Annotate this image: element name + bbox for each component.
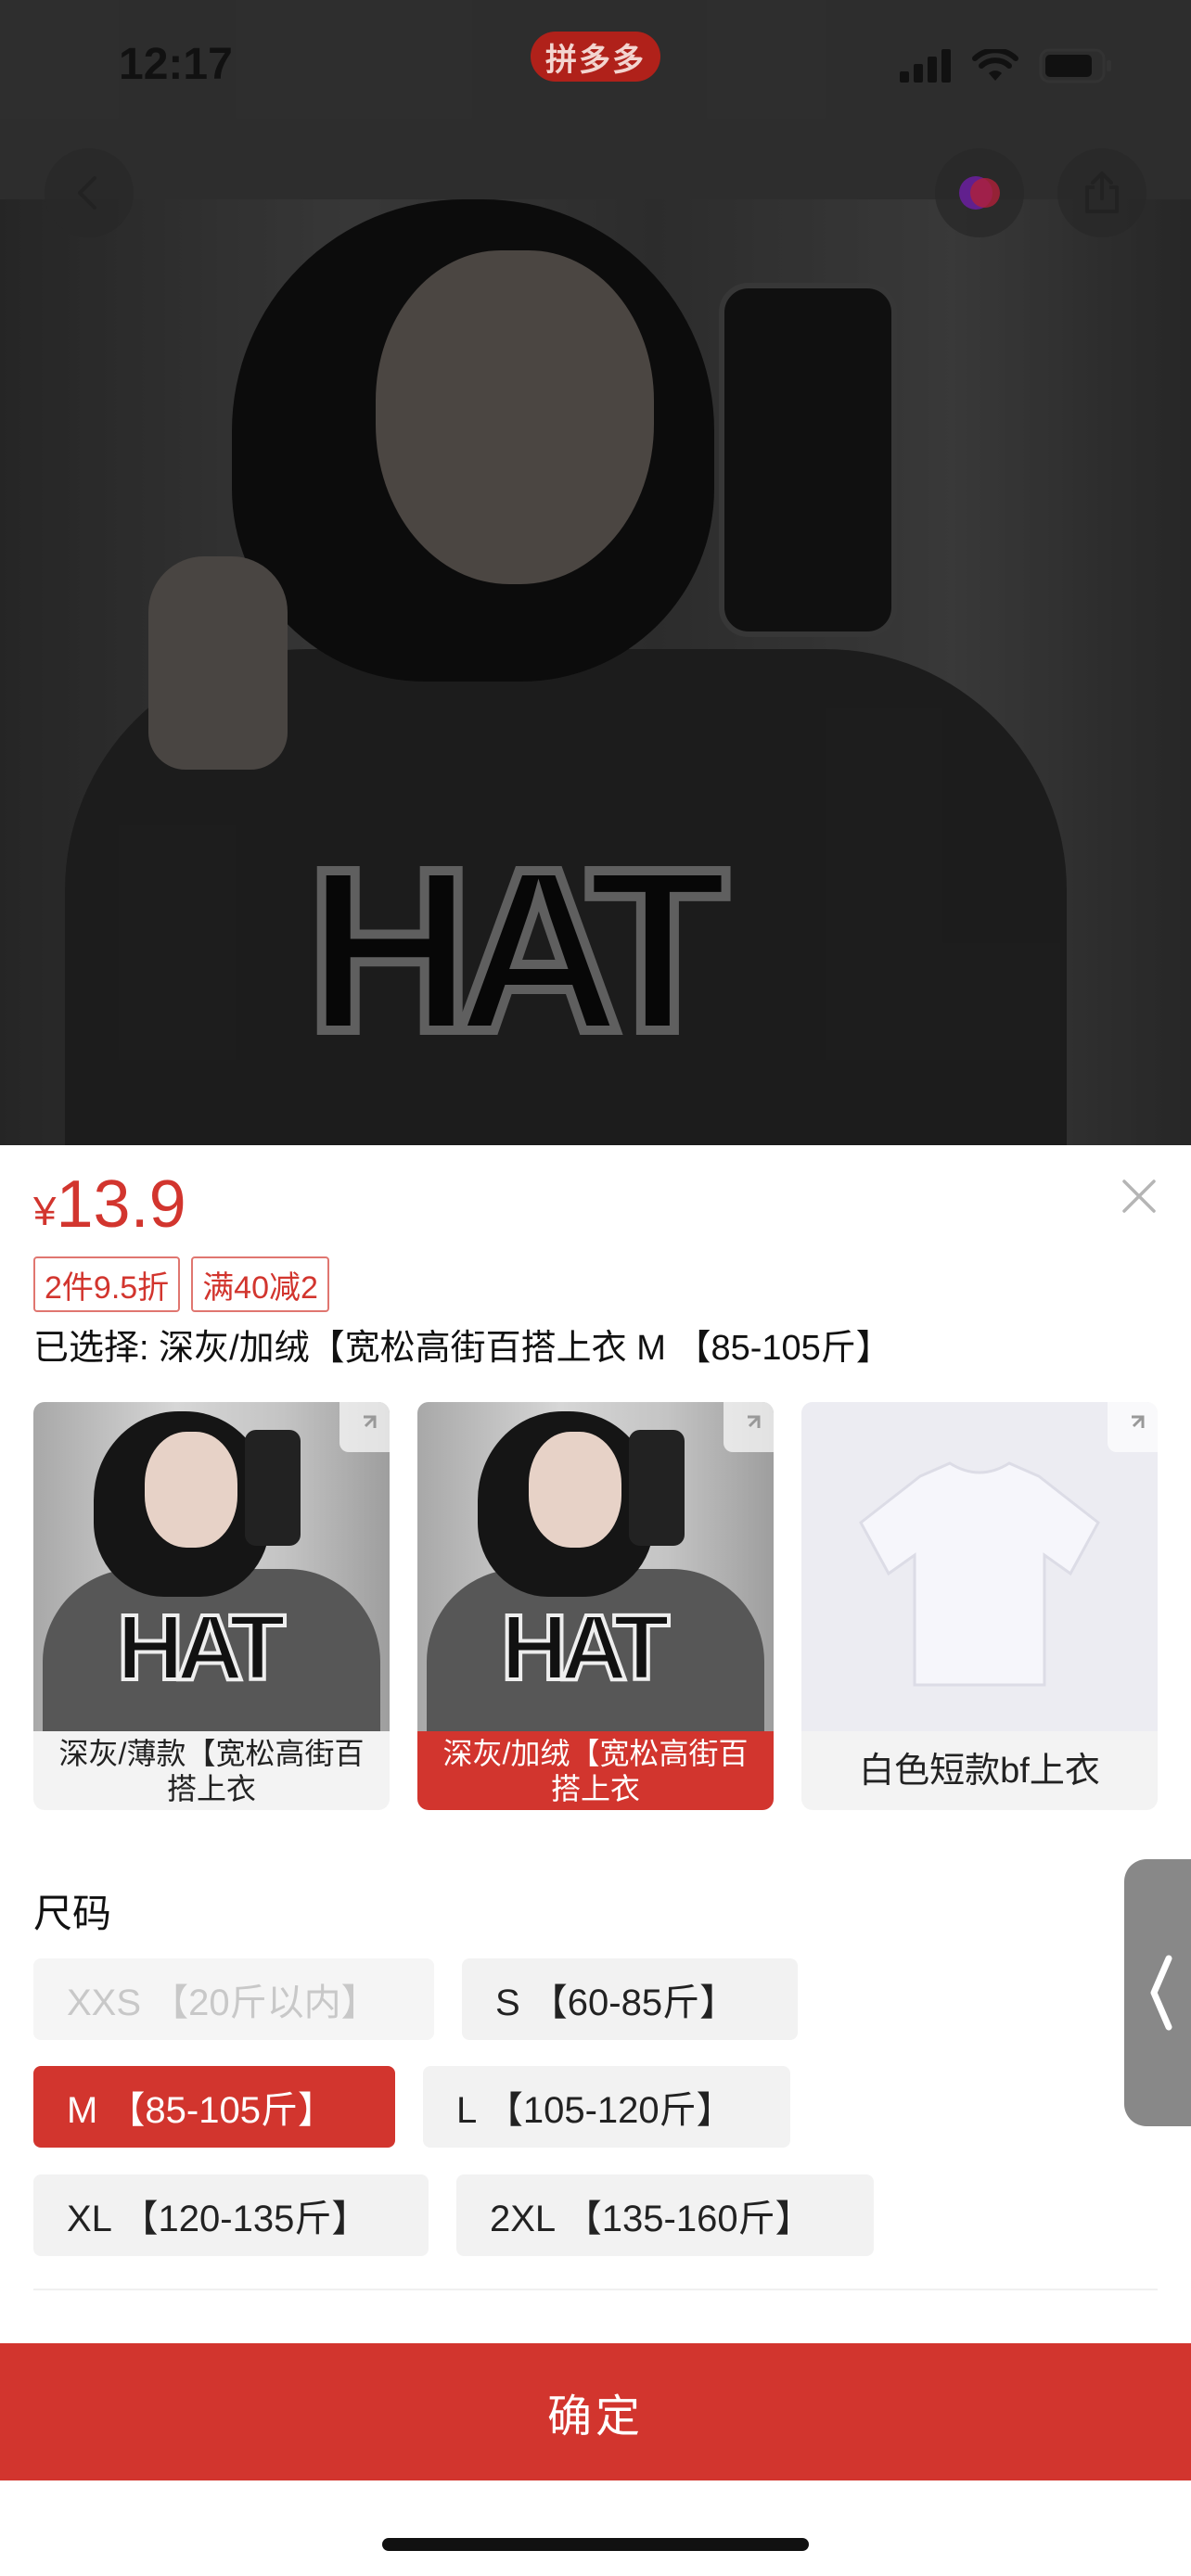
variant-label: 白色短款bf上衣 — [859, 1751, 1100, 1791]
confirm-button[interactable]: 确定 — [0, 2343, 1191, 2480]
size-section-title: 尺码 — [33, 1892, 112, 1935]
variant-option[interactable]: HAT 深灰/薄款【宽松高街百搭上衣 — [33, 1402, 390, 1810]
expand-image-button[interactable] — [1108, 1402, 1158, 1452]
size-option-l[interactable]: L 【105-120斤】 — [423, 2066, 790, 2148]
variant-thumbnail: HAT — [417, 1402, 774, 1731]
expand-image-button[interactable] — [339, 1402, 390, 1452]
product-price: ¥13.9 — [33, 1167, 186, 1243]
variant-label: 深灰/加绒【宽松高街百搭上衣 — [417, 1731, 774, 1810]
divider — [33, 2289, 1158, 2290]
favorite-button[interactable] — [935, 148, 1024, 237]
expand-icon — [364, 1415, 377, 1428]
expand-icon — [748, 1415, 761, 1428]
variant-thumbnail: HAT — [33, 1402, 390, 1731]
size-option-xxs[interactable]: XXS 【20斤以内】 — [33, 1958, 434, 2040]
size-option-xl[interactable]: XL 【120-135斤】 — [33, 2174, 429, 2256]
close-button[interactable] — [1121, 1178, 1158, 1219]
side-collapse-handle[interactable] — [1124, 1859, 1191, 2126]
back-button[interactable] — [45, 148, 134, 237]
selected-variant-text: 已选择: 深灰/加绒【宽松高街百搭上衣 M 【85-105斤】 — [33, 1329, 891, 1368]
collapse-handle-icon — [1150, 1955, 1172, 2031]
promo-tag: 满40减2 — [191, 1256, 329, 1312]
variant-thumbnail — [801, 1402, 1158, 1731]
variant-label: 深灰/薄款【宽松高街百搭上衣 — [58, 1736, 365, 1805]
tshirt-image — [859, 1461, 1100, 1687]
price-value: 13.9 — [56, 1167, 186, 1242]
battery-icon — [1039, 48, 1111, 83]
signal-icon — [900, 49, 951, 83]
home-indicator — [382, 2538, 809, 2551]
status-time: 12:17 — [119, 40, 233, 89]
app-badge: 拼多多 — [531, 32, 660, 82]
variant-option-selected[interactable]: HAT 深灰/加绒【宽松高街百搭上衣 — [417, 1402, 774, 1810]
share-icon — [1085, 172, 1119, 213]
currency-symbol: ¥ — [33, 1189, 57, 1234]
expand-image-button[interactable] — [724, 1402, 774, 1452]
back-arrow-icon — [78, 176, 96, 210]
favorite-icon — [959, 176, 1000, 210]
variant-list: HAT 深灰/薄款【宽松高街百搭上衣 HAT 深灰/加绒【宽松高街百搭上衣 白色… — [33, 1402, 1158, 1810]
share-button[interactable] — [1057, 148, 1146, 237]
size-option-2xl[interactable]: 2XL 【135-160斤】 — [456, 2174, 874, 2256]
close-icon — [1122, 1180, 1156, 1213]
expand-icon — [1132, 1415, 1145, 1428]
size-option-m[interactable]: M 【85-105斤】 — [33, 2066, 395, 2148]
wifi-icon — [972, 49, 1018, 81]
size-option-s[interactable]: S 【60-85斤】 — [462, 1958, 798, 2040]
status-bar: 12:17 拼多多 — [0, 0, 1191, 130]
variant-option[interactable]: 白色短款bf上衣 — [801, 1402, 1158, 1810]
promo-tags: 2件9.5折 满40减2 — [33, 1256, 329, 1312]
promo-tag: 2件9.5折 — [33, 1256, 181, 1312]
